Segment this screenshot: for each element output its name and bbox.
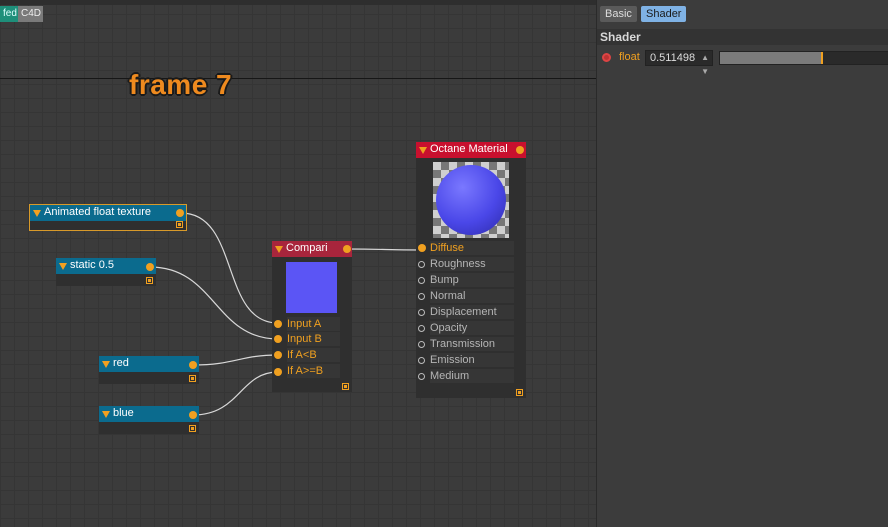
input-port-if-a-ge-b[interactable] xyxy=(274,368,282,376)
node-header: Compari xyxy=(272,241,352,257)
tab-basic[interactable]: Basic xyxy=(600,6,637,22)
input-port-diffuse[interactable] xyxy=(418,244,426,252)
section-title: Shader xyxy=(597,29,888,45)
port-label-input-a: Input A xyxy=(287,317,340,331)
input-port-normal[interactable] xyxy=(418,293,425,300)
node-title: Compari xyxy=(286,242,328,254)
input-port-roughness[interactable] xyxy=(418,261,425,268)
wire-red-to-if-a-lt-b xyxy=(192,354,279,366)
port-label-transmission: Transmission xyxy=(430,337,514,351)
float-value-input[interactable]: 0.511498 ▲ ▼ xyxy=(645,50,713,76)
node-title: blue xyxy=(113,407,134,419)
port-label-displacement: Displacement xyxy=(430,305,514,319)
wire-static-to-input-b xyxy=(149,266,279,340)
node-title: red xyxy=(113,357,129,369)
tab-shader[interactable]: Shader xyxy=(641,6,687,22)
node-editor-canvas[interactable]: fed C4D frame 7 Animated float texture s… xyxy=(0,0,596,527)
node-title: static 0.5 xyxy=(70,259,115,271)
resize-handle-icon[interactable] xyxy=(189,425,196,432)
input-port-medium[interactable] xyxy=(418,373,425,380)
port-label-normal: Normal xyxy=(430,289,514,303)
attributes-panel: Basic Shader Shader float 0.511498 ▲ ▼ xyxy=(596,0,888,527)
port-label-diffuse: Diffuse xyxy=(430,241,514,255)
wire-blue-to-if-a-ge-b xyxy=(192,371,279,416)
output-port[interactable] xyxy=(146,263,154,271)
port-label-if-a-lt-b: If A<B xyxy=(287,348,340,362)
port-label-roughness: Roughness xyxy=(430,257,514,271)
wire-compare-to-diffuse xyxy=(345,248,423,251)
slider-fill xyxy=(720,52,821,64)
node-animated-float-texture[interactable]: Animated float texture xyxy=(29,204,187,231)
port-label-opacity: Opacity xyxy=(430,321,514,335)
collapse-triangle-icon[interactable] xyxy=(102,411,110,418)
input-port-displacement[interactable] xyxy=(418,309,425,316)
resize-handle-icon[interactable] xyxy=(189,375,196,382)
output-port[interactable] xyxy=(516,146,524,154)
collapse-triangle-icon[interactable] xyxy=(275,246,283,253)
input-port-emission[interactable] xyxy=(418,357,425,364)
material-preview xyxy=(433,162,509,238)
compare-preview-swatch xyxy=(286,262,337,313)
resize-handle-icon[interactable] xyxy=(176,221,183,228)
input-port-a[interactable] xyxy=(274,320,282,328)
material-sphere xyxy=(436,165,506,235)
input-port-bump[interactable] xyxy=(418,277,425,284)
input-port-if-a-lt-b[interactable] xyxy=(274,351,282,359)
node-octane-material[interactable]: Octane Material Diffuse Roughness Bump Norm… xyxy=(416,142,526,398)
output-port[interactable] xyxy=(189,411,197,419)
node-header: Octane Material xyxy=(416,142,526,158)
node-static[interactable]: static 0.5 xyxy=(56,258,156,286)
port-label-if-a-ge-b: If A>=B xyxy=(287,364,340,378)
wire-animated-to-input-a xyxy=(180,212,279,324)
input-port-transmission[interactable] xyxy=(418,341,425,348)
resize-handle-icon[interactable] xyxy=(342,383,349,390)
resize-handle-icon[interactable] xyxy=(516,389,523,396)
input-port-b[interactable] xyxy=(274,335,282,343)
node-header: static 0.5 xyxy=(56,258,156,274)
input-port-opacity[interactable] xyxy=(418,325,425,332)
node-title: Animated float texture xyxy=(44,206,152,218)
float-slider[interactable] xyxy=(719,51,888,65)
collapse-triangle-icon[interactable] xyxy=(102,361,110,368)
resize-handle-icon[interactable] xyxy=(146,277,153,284)
slider-handle[interactable] xyxy=(820,52,823,64)
collapse-triangle-icon[interactable] xyxy=(59,263,67,270)
node-header: blue xyxy=(99,406,199,422)
node-title: Octane Material xyxy=(430,143,508,155)
node-header: red xyxy=(99,356,199,372)
port-label-input-b: Input B xyxy=(287,332,340,346)
output-port[interactable] xyxy=(176,209,184,217)
port-label-bump: Bump xyxy=(430,273,514,287)
float-parameter-row: float 0.511498 ▲ ▼ xyxy=(597,48,888,76)
float-value-text: 0.511498 xyxy=(650,52,696,64)
port-label-emission: Emission xyxy=(430,353,514,367)
float-label: float xyxy=(619,51,640,63)
collapse-triangle-icon[interactable] xyxy=(419,147,427,154)
port-label-medium: Medium xyxy=(430,369,514,383)
collapse-triangle-icon[interactable] xyxy=(33,210,41,217)
output-port[interactable] xyxy=(343,245,351,253)
node-header: Animated float texture xyxy=(30,205,186,221)
node-red[interactable]: red xyxy=(99,356,199,384)
node-compare[interactable]: Compari Input A Input B If A<B If A>=B xyxy=(272,241,352,392)
keyframe-record-icon[interactable] xyxy=(602,53,611,62)
node-blue[interactable]: blue xyxy=(99,406,199,434)
spinner-arrows-icon[interactable]: ▲ ▼ xyxy=(701,51,709,79)
output-port[interactable] xyxy=(189,361,197,369)
